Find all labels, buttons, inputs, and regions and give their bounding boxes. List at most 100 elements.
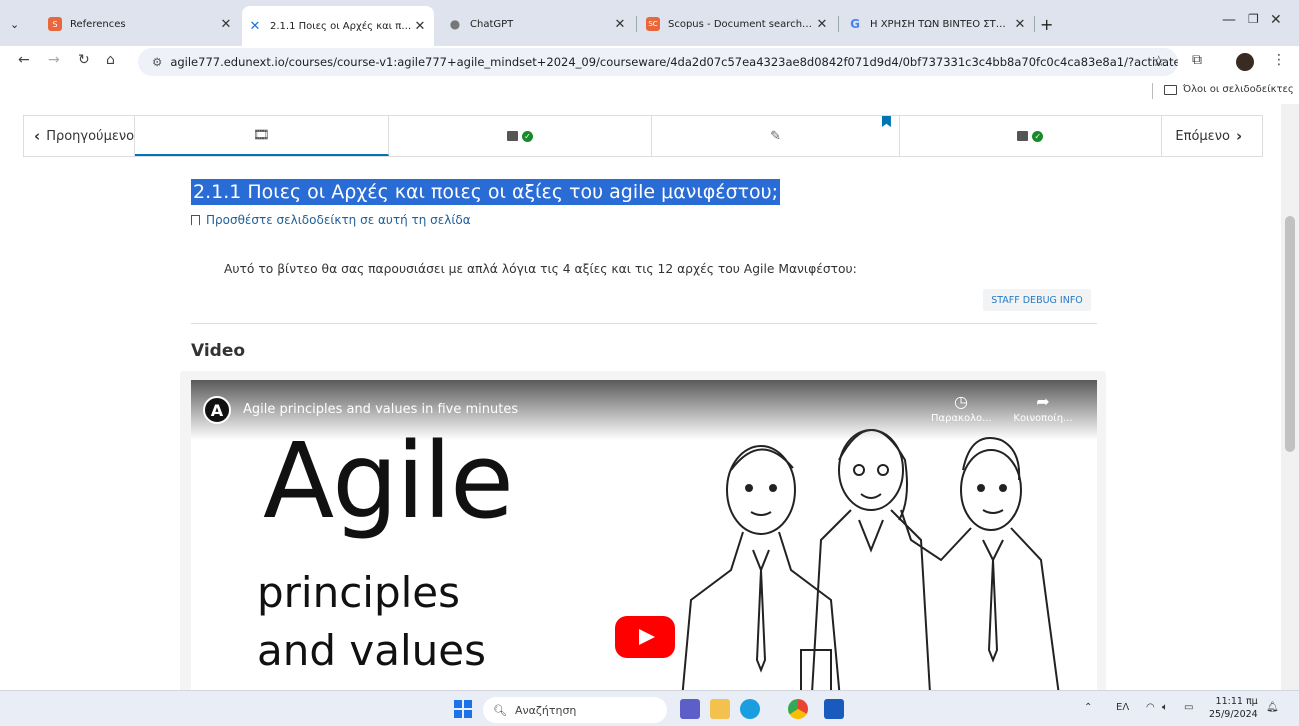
close-icon[interactable]: ✕ xyxy=(412,19,428,34)
bookmark-icon xyxy=(191,214,200,226)
back-arrow-icon[interactable]: ← xyxy=(18,52,30,68)
video-line-2: and values xyxy=(257,626,486,675)
tab-scopus[interactable]: SC Scopus - Document search resu ✕ xyxy=(640,9,836,39)
chevron-right-icon: › xyxy=(1235,127,1243,145)
file-explorer-icon[interactable] xyxy=(710,699,730,719)
video-big-word: Agile xyxy=(263,420,514,542)
restore-icon[interactable]: ❐ xyxy=(1248,12,1259,26)
close-icon[interactable]: ✕ xyxy=(218,17,234,32)
close-icon[interactable]: ✕ xyxy=(612,17,628,32)
watch-later-button[interactable]: ◷ Παρακολο... xyxy=(931,392,992,424)
unit-tab-reading-2[interactable]: ✓ xyxy=(900,116,1162,156)
tray-chevron-up-icon[interactable]: ⌃ xyxy=(1084,702,1092,713)
tab-title: ChatGPT xyxy=(470,18,514,30)
tab-references[interactable]: S References ✕ xyxy=(42,9,240,39)
check-icon: ✓ xyxy=(1032,130,1044,142)
tab-search-dropdown[interactable]: ⌄ xyxy=(10,9,30,39)
scrollbar-thumb[interactable] xyxy=(1285,216,1295,452)
close-icon[interactable]: ✕ xyxy=(814,17,830,32)
volume-icon[interactable]: 🔈︎ xyxy=(1162,702,1168,713)
unit-tab-reading-1[interactable]: ✓ xyxy=(389,116,653,156)
video-title[interactable]: Agile principles and values in five minu… xyxy=(243,402,518,417)
browser-tab-bar: ⌄ S References ✕ ✕ 2.1.1 Ποιες οι Αρχές … xyxy=(0,0,1299,46)
clock-date: 25/9/2024 xyxy=(1209,709,1258,720)
unit-tab-assignment[interactable]: ✎ xyxy=(652,116,900,156)
site-info-icon[interactable]: ⚙ xyxy=(152,55,162,69)
language-indicator[interactable]: ΕΛ xyxy=(1116,702,1129,713)
tab-title: References xyxy=(70,18,126,30)
windows-start-icon[interactable] xyxy=(454,700,472,718)
share-icon: ➦ xyxy=(1036,392,1050,411)
taskbar-search[interactable]: 🔍︎ Αναζήτηση xyxy=(483,697,667,723)
url-text: agile777.edunext.io/courses/course-v1:ag… xyxy=(170,55,1178,69)
search-icon: 🔍︎ xyxy=(493,703,507,717)
clock-icon: ◷ xyxy=(954,392,968,411)
chrome-icon[interactable] xyxy=(788,699,808,719)
home-icon[interactable]: ⌂ xyxy=(106,52,115,68)
tab-google[interactable]: G Η ΧΡΗΣΗ ΤΩΝ ΒΙΝΤΕΟ ΣΤΑ ΜΟ ✕ xyxy=(842,9,1034,39)
close-icon[interactable]: ✕ xyxy=(1012,17,1028,32)
previous-button[interactable]: ‹ Προηγούμενο xyxy=(24,116,135,156)
minimize-icon[interactable]: — xyxy=(1222,12,1236,28)
battery-icon[interactable]: ▭ xyxy=(1184,702,1193,713)
video-line-1: principles xyxy=(257,568,461,617)
add-bookmark-label: Προσθέστε σελιδοδείκτη σε αυτή τη σελίδα xyxy=(206,213,471,227)
tab-chatgpt[interactable]: ● ChatGPT ✕ xyxy=(442,9,634,39)
star-icon[interactable]: ☆ xyxy=(1152,52,1165,70)
chatgpt-favicon-icon: ● xyxy=(449,17,461,31)
extensions-icon[interactable]: ⧉ xyxy=(1192,52,1202,68)
reload-icon[interactable]: ↻ xyxy=(78,52,90,68)
forward-arrow-icon[interactable]: → xyxy=(48,52,60,68)
menu-icon[interactable]: ⋮ xyxy=(1272,52,1286,68)
page-content: ‹ Προηγούμενο 🎞 ✓ ✎ ✓ Επόμενο › 2.1.1 Πο… xyxy=(0,104,1281,690)
wifi-icon[interactable]: ◠ xyxy=(1146,702,1155,713)
video-description: Αυτό το βίντεο θα σας παρουσιάσει με απλ… xyxy=(224,262,857,276)
divider xyxy=(191,323,1097,324)
tab-title: Scopus - Document search resu xyxy=(668,18,814,30)
taskbar-clock[interactable]: 11:11 πμ 25/9/2024 xyxy=(1209,695,1258,721)
search-placeholder: Αναζήτηση xyxy=(514,703,577,717)
profile-avatar[interactable] xyxy=(1236,53,1254,71)
film-icon: 🎞 xyxy=(253,127,270,143)
notification-bell-icon[interactable]: 🔔︎ xyxy=(1266,702,1279,713)
next-button[interactable]: Επόμενο › xyxy=(1162,116,1262,156)
references-favicon-icon: S xyxy=(48,17,62,31)
teams-icon[interactable] xyxy=(680,699,700,719)
chevron-left-icon: ‹ xyxy=(34,127,41,145)
share-label: Κοινοποίη... xyxy=(1013,413,1073,424)
windows-taskbar: 🔍︎ Αναζήτηση ⌃ ΕΛ ◠ 🔈︎ ▭ 11:11 πμ 25/9/2… xyxy=(0,690,1299,726)
previous-label: Προηγούμενο xyxy=(46,128,135,144)
book-icon xyxy=(1017,131,1029,141)
chevron-down-icon: ⌄ xyxy=(10,17,20,31)
youtube-play-button[interactable] xyxy=(615,616,675,658)
watch-later-label: Παρακολο... xyxy=(931,413,992,424)
edge-icon[interactable] xyxy=(740,699,760,719)
tab-active-course[interactable]: ✕ 2.1.1 Ποιες οι Αρχές και ποιες οι ✕ xyxy=(242,6,434,46)
browser-toolbar: ← → ↻ ⌂ ⚙ agile777.edunext.io/courses/co… xyxy=(0,46,1299,78)
book-icon xyxy=(506,131,518,141)
bookmarks-bar: Όλοι οι σελιδοδείκτες xyxy=(0,78,1299,104)
share-button[interactable]: ➦ Κοινοποίη... xyxy=(1013,392,1073,424)
sequence-navigation: ‹ Προηγούμενο 🎞 ✓ ✎ ✓ Επόμενο › xyxy=(23,115,1263,157)
bookmark-flag-icon xyxy=(881,116,891,127)
all-bookmarks-button[interactable]: Όλοι οι σελιδοδείκτες xyxy=(1164,84,1294,95)
clock-time: 11:11 πμ xyxy=(1215,696,1258,707)
all-bookmarks-label: Όλοι οι σελιδοδείκτες xyxy=(1183,84,1294,95)
address-bar[interactable]: ⚙ agile777.edunext.io/courses/course-v1:… xyxy=(138,48,1178,76)
cartoon-characters-illustration xyxy=(681,429,1060,690)
channel-avatar[interactable]: A xyxy=(203,396,231,424)
edunext-favicon-icon: ✕ xyxy=(249,18,261,34)
word-icon[interactable] xyxy=(824,699,844,719)
folder-icon xyxy=(1164,84,1177,95)
add-bookmark-link[interactable]: Προσθέστε σελιδοδείκτη σε αυτή τη σελίδα xyxy=(191,213,471,227)
scopus-favicon-icon: SC xyxy=(646,17,660,31)
video-player[interactable]: A Agile principles and values in five mi… xyxy=(191,380,1097,690)
unit-tab-video[interactable]: 🎞 xyxy=(135,116,389,156)
staff-debug-button[interactable]: STAFF DEBUG INFO xyxy=(983,289,1091,311)
page-scrollbar[interactable] xyxy=(1281,104,1299,690)
next-label: Επόμενο xyxy=(1175,128,1230,144)
new-tab-button[interactable]: + xyxy=(1040,9,1060,39)
video-heading: Video xyxy=(191,341,246,361)
edit-icon: ✎ xyxy=(770,128,782,144)
close-window-icon[interactable]: ✕ xyxy=(1270,12,1282,28)
